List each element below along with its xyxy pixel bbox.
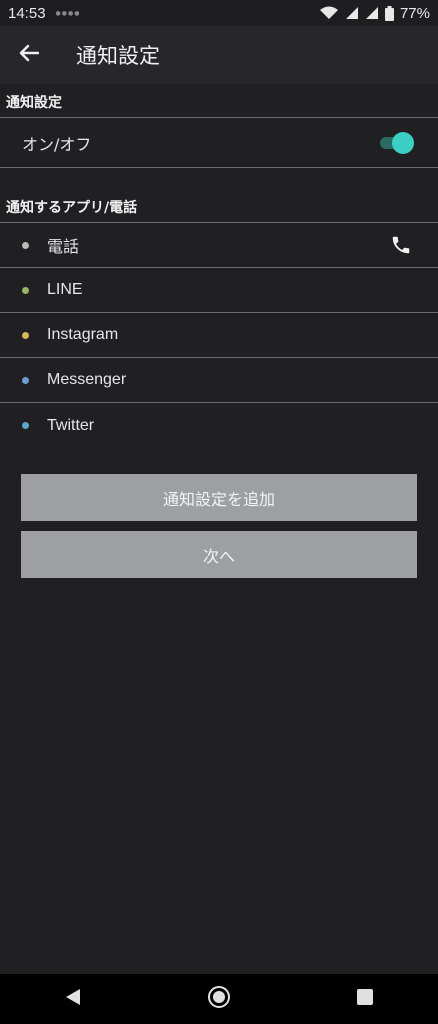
arrow-left-icon <box>19 44 40 66</box>
status-dot <box>22 286 29 294</box>
status-dot <box>22 241 29 249</box>
system-nav-bar <box>0 974 438 1024</box>
status-dot <box>22 376 29 384</box>
app-label: LINE <box>47 281 83 298</box>
battery-percent: 77% <box>399 4 430 22</box>
app-label: 電話 <box>47 237 80 256</box>
page-title: 通知設定 <box>76 44 160 68</box>
status-time: 14:53 <box>8 4 46 22</box>
nav-back-button[interactable] <box>43 974 103 1024</box>
circle-home-icon <box>207 985 231 1013</box>
battery-icon <box>384 5 394 21</box>
signal-icon <box>345 6 359 20</box>
section-header-notification: 通知設定 <box>0 88 438 118</box>
list-item-phone[interactable]: 電話 <box>0 223 438 268</box>
wifi-icon <box>319 6 339 20</box>
list-item-instagram[interactable]: Instagram <box>0 313 438 358</box>
list-item-line[interactable]: LINE <box>0 268 438 313</box>
list-item-messenger[interactable]: Messenger <box>0 358 438 403</box>
status-dot <box>22 331 29 339</box>
phone-icon <box>390 234 412 260</box>
square-recents-icon <box>357 989 373 1009</box>
toggle-row-onoff[interactable]: オン/オフ <box>0 118 438 168</box>
status-dot <box>22 422 29 429</box>
switch-thumb <box>392 132 414 154</box>
app-bar: 通知設定 <box>0 26 438 84</box>
signal-icon <box>365 6 379 20</box>
add-notification-setting-button[interactable]: 通知設定を追加 <box>21 474 417 521</box>
app-label: Twitter <box>47 416 95 434</box>
app-list: 電話 LINE Instagram Messenger Twitter <box>0 223 438 448</box>
notification-toggle-switch[interactable] <box>378 132 414 154</box>
next-button[interactable]: 次へ <box>21 531 417 578</box>
notification-dots-icon: ●●●● <box>55 9 81 17</box>
status-icons: 77% <box>319 5 430 22</box>
toggle-label: オン/オフ <box>22 134 92 154</box>
list-item-twitter[interactable]: Twitter <box>0 403 438 448</box>
app-label: Messenger <box>47 371 127 388</box>
triangle-back-icon <box>65 988 81 1010</box>
section-header-apps: 通知するアプリ/電話 <box>0 193 438 223</box>
status-bar: 14:53 ●●●● 77% <box>0 0 438 26</box>
nav-recents-button[interactable] <box>335 974 395 1024</box>
back-button[interactable] <box>0 26 58 84</box>
app-label: Instagram <box>47 326 119 343</box>
nav-home-button[interactable] <box>189 974 249 1024</box>
